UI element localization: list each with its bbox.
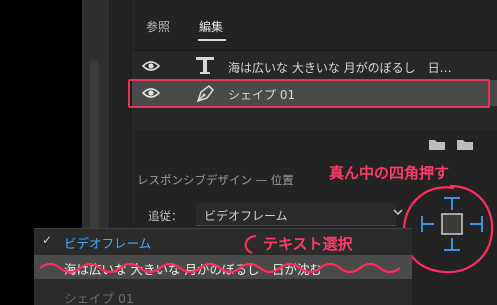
eye-icon[interactable] <box>142 60 160 72</box>
responsive-design-label: レスポンシブデザイン — 位置 <box>137 173 294 187</box>
tab-browse[interactable]: 参照 <box>146 18 170 35</box>
follow-dropdown[interactable]: ビデオフレーム <box>196 203 396 226</box>
layer-name: 海は広いな 大きいな 月がのぼるし 日… <box>228 61 452 75</box>
annotation-wavy-underline <box>39 262 401 274</box>
menu-item-shape[interactable]: シェイプ 01 <box>34 284 412 305</box>
new-layer-icon[interactable] <box>456 138 474 151</box>
annotation-curve <box>244 234 257 255</box>
menu-item-video-frame[interactable]: ✓ ビデオフレーム <box>34 229 412 253</box>
text-T-icon <box>196 57 214 74</box>
active-tab-underline <box>198 39 226 41</box>
annotation-text-note: テキスト選択 <box>263 235 353 253</box>
follow-label: 追従： <box>148 209 183 223</box>
layer-row-text[interactable]: 海は広いな 大きいな 月がのぼるし 日… <box>132 53 497 79</box>
follow-value: ビデオフレーム <box>204 209 288 223</box>
folder-icon[interactable] <box>428 138 446 151</box>
annotation-highlight-box <box>128 79 490 108</box>
tab-edit[interactable]: 編集 <box>199 18 223 35</box>
checkmark-icon: ✓ <box>42 233 53 247</box>
